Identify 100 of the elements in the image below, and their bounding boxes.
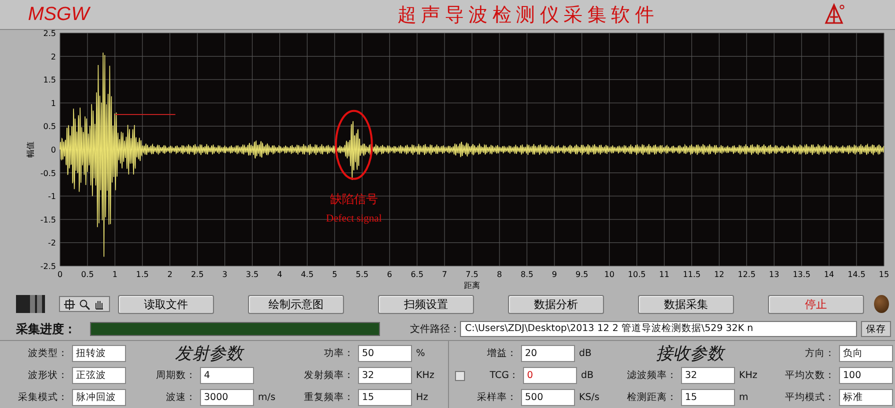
y-tick-label: 2: [50, 52, 56, 62]
file-path-label: 文件路径：: [410, 322, 460, 336]
x-axis-label: 距离: [464, 281, 480, 290]
field-label: 采集模式：: [17, 391, 68, 404]
section-title: 接收参数: [655, 344, 726, 363]
input-field[interactable]: 15: [681, 389, 735, 406]
field-label: 平均次数：: [784, 369, 835, 382]
input-field[interactable]: 3000: [200, 389, 254, 406]
x-tick-label: 13: [769, 270, 780, 279]
leader-line: [114, 114, 176, 116]
input-field[interactable]: 32: [681, 367, 735, 384]
unit-label: dB: [581, 370, 595, 381]
toolbar-button[interactable]: 数据分析: [508, 294, 604, 314]
highlight-ellipse: [334, 110, 373, 180]
field-label: 方向：: [804, 347, 835, 360]
unit-label: m: [739, 392, 750, 403]
file-path-field[interactable]: C:\Users\ZDJ\Desktop\2013 12 2 管道导波检测数据\529 32K n: [460, 321, 857, 337]
x-tick-label: 6: [387, 270, 392, 279]
x-tick-label: 8.5: [520, 270, 534, 279]
x-tick-label: 12: [714, 270, 724, 279]
stop-button[interactable]: 停止: [768, 294, 864, 314]
unit-label: KS/s: [579, 392, 600, 403]
input-field[interactable]: 50: [358, 345, 412, 362]
x-tick-label: 8: [496, 270, 502, 279]
input-field[interactable]: 32: [358, 367, 412, 384]
y-tick-label: 0.5: [43, 122, 56, 132]
x-tick-label: 11: [659, 270, 670, 279]
field-label: 功率：: [323, 347, 354, 360]
zoom-icon[interactable]: [78, 298, 90, 310]
input-field[interactable]: 负向: [839, 345, 893, 362]
section-title: 发射参数: [174, 344, 246, 363]
x-tick-label: 4: [277, 270, 282, 279]
y-tick-label: -0.5: [40, 168, 56, 178]
x-tick-label: 14.5: [848, 270, 866, 279]
input-field[interactable]: 15: [358, 389, 412, 406]
x-tick-label: 10.5: [628, 270, 646, 279]
toolbar-button[interactable]: 数据采集: [638, 294, 734, 314]
x-tick-label: 0.5: [81, 270, 94, 279]
x-tick-label: 7: [442, 270, 448, 279]
unit-label: KHz: [416, 370, 436, 381]
crosshair-icon[interactable]: [64, 298, 75, 310]
field-label: 采样率：: [476, 391, 517, 404]
y-tick-label: -1: [48, 192, 56, 202]
field-label: 波速：: [165, 391, 196, 404]
x-tick-label: 10: [604, 270, 614, 279]
input-field[interactable]: 4: [200, 367, 254, 384]
x-tick-label: 3.5: [246, 270, 259, 279]
toolbar-button[interactable]: 绘制示意图: [248, 294, 344, 314]
y-axis-label: 幅值: [26, 142, 35, 158]
input-field[interactable]: 20: [521, 345, 575, 362]
toolbar-button[interactable]: 扫频设置: [378, 294, 474, 314]
input-field[interactable]: 100: [839, 367, 893, 384]
plot-legend-icon: [16, 295, 45, 313]
x-tick-label: 2.5: [190, 270, 204, 279]
x-tick-label: 3: [222, 270, 228, 279]
input-field[interactable]: 0: [523, 367, 577, 384]
graph-palette[interactable]: [58, 296, 110, 312]
save-button[interactable]: 保存: [861, 321, 891, 337]
field-label: 波形状：: [27, 369, 68, 382]
field-label: TCG：: [488, 369, 519, 382]
progress-label: 采集进度：: [16, 320, 77, 338]
input-field[interactable]: 扭转波: [72, 345, 126, 362]
x-tick-label: 9.5: [576, 270, 588, 279]
x-tick-label: 12.5: [738, 270, 756, 279]
unit-label: m/s: [258, 392, 276, 403]
x-tick-label: 6.5: [410, 270, 424, 279]
unit-label: dB: [579, 348, 593, 359]
field-label: 检测距离：: [626, 391, 677, 404]
app-logo-text: MSGW: [28, 4, 92, 26]
field-label: 重复频率：: [303, 391, 354, 404]
x-tick-label: 11.5: [682, 270, 701, 279]
y-tick-label: 2.5: [43, 30, 56, 38]
x-tick-label: 7.5: [466, 270, 478, 279]
y-tick-label: 1.5: [43, 76, 56, 85]
x-tick-label: 4.5: [300, 270, 314, 279]
unit-label: KHz: [739, 370, 758, 381]
x-tick-label: 5: [332, 270, 338, 279]
toolbar-button[interactable]: 读取文件: [118, 294, 214, 314]
annotation-caption: Defect signal: [326, 214, 382, 225]
x-tick-label: 15: [878, 270, 890, 279]
y-tick-label: -2.5: [40, 262, 56, 271]
input-field[interactable]: 脉冲回波: [72, 389, 126, 406]
unit-label: %: [416, 348, 426, 359]
input-field[interactable]: 标准: [839, 389, 893, 406]
annotation-label: 缺陷信号: [330, 192, 378, 206]
checkbox[interactable]: [455, 370, 465, 380]
input-field[interactable]: 正弦波: [72, 367, 126, 384]
field-label: 平均模式：: [784, 391, 835, 404]
x-tick-label: 9: [552, 270, 557, 279]
x-tick-label: 2: [167, 270, 172, 279]
y-tick-label: 0: [50, 146, 56, 154]
y-tick-label: -1.5: [40, 215, 56, 224]
field-label: 波类型：: [27, 347, 68, 360]
unit-label: Hz: [416, 392, 430, 403]
x-tick-label: 13.5: [792, 270, 810, 279]
triangle-logo-icon: [823, 2, 845, 26]
input-field[interactable]: 500: [521, 389, 575, 406]
x-tick-label: 1: [112, 270, 118, 279]
x-tick-label: 5.5: [356, 270, 368, 279]
field-label: 周期数：: [155, 369, 196, 382]
